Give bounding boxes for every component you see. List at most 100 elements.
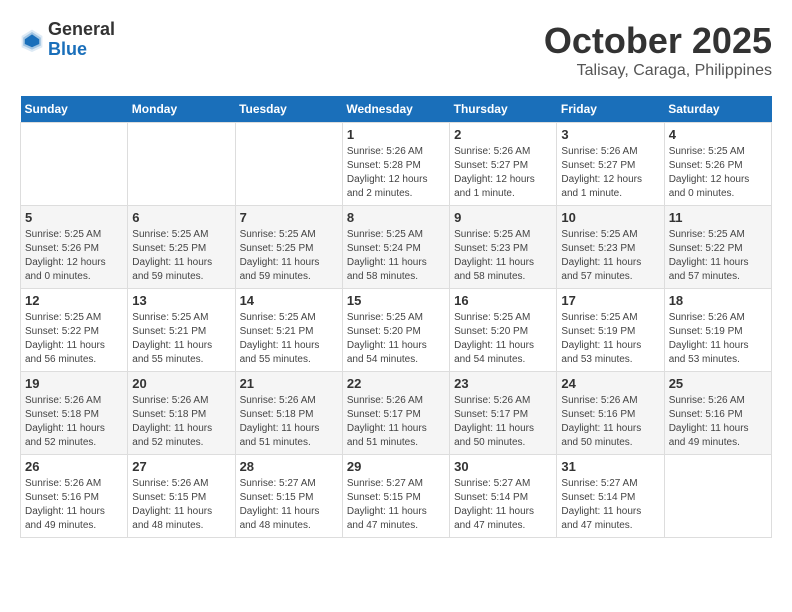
day-info: Sunrise: 5:26 AM Sunset: 5:16 PM Dayligh… — [561, 394, 659, 450]
day-number: 12 — [25, 293, 123, 308]
day-number: 27 — [132, 459, 230, 474]
day-number: 8 — [347, 210, 445, 225]
day-number: 30 — [454, 459, 552, 474]
day-number: 13 — [132, 293, 230, 308]
day-info: Sunrise: 5:25 AM Sunset: 5:20 PM Dayligh… — [454, 311, 552, 367]
day-info: Sunrise: 5:27 AM Sunset: 5:15 PM Dayligh… — [240, 477, 338, 533]
day-number: 14 — [240, 293, 338, 308]
day-number: 22 — [347, 376, 445, 391]
day-number: 29 — [347, 459, 445, 474]
day-info: Sunrise: 5:26 AM Sunset: 5:16 PM Dayligh… — [669, 394, 767, 450]
day-number: 2 — [454, 127, 552, 142]
day-number: 4 — [669, 127, 767, 142]
day-info: Sunrise: 5:26 AM Sunset: 5:17 PM Dayligh… — [454, 394, 552, 450]
day-number: 6 — [132, 210, 230, 225]
calendar-day-cell: 21 Sunrise: 5:26 AM Sunset: 5:18 PM Dayli… — [235, 372, 342, 455]
calendar-day-cell: 18 Sunrise: 5:26 AM Sunset: 5:19 PM Dayli… — [664, 289, 771, 372]
calendar-week-row: 1Sunrise: 5:26 AM Sunset: 5:28 PM Daylig… — [21, 123, 772, 206]
day-info: Sunrise: 5:25 AM Sunset: 5:21 PM Dayligh… — [240, 311, 338, 367]
weekday-header-row: SundayMondayTuesdayWednesdayThursdayFrid… — [21, 96, 772, 123]
day-info: Sunrise: 5:25 AM Sunset: 5:26 PM Dayligh… — [669, 145, 767, 201]
day-info: Sunrise: 5:26 AM Sunset: 5:15 PM Dayligh… — [132, 477, 230, 533]
calendar-table: SundayMondayTuesdayWednesdayThursdayFrid… — [20, 96, 772, 538]
day-info: Sunrise: 5:25 AM Sunset: 5:24 PM Dayligh… — [347, 228, 445, 284]
day-info: Sunrise: 5:25 AM Sunset: 5:20 PM Dayligh… — [347, 311, 445, 367]
day-number: 11 — [669, 210, 767, 225]
title-area: October 2025 Talisay, Caraga, Philippine… — [544, 20, 772, 80]
day-info: Sunrise: 5:26 AM Sunset: 5:18 PM Dayligh… — [132, 394, 230, 450]
weekday-header-wednesday: Wednesday — [342, 96, 449, 123]
calendar-week-row: 26Sunrise: 5:26 AM Sunset: 5:16 PM Dayli… — [21, 455, 772, 538]
calendar-day-cell: 26Sunrise: 5:26 AM Sunset: 5:16 PM Dayli… — [21, 455, 128, 538]
calendar-day-cell: 3Sunrise: 5:26 AM Sunset: 5:27 PM Daylig… — [557, 123, 664, 206]
weekday-header-tuesday: Tuesday — [235, 96, 342, 123]
calendar-day-cell: 11Sunrise: 5:25 AM Sunset: 5:22 PM Dayli… — [664, 206, 771, 289]
day-info: Sunrise: 5:26 AM Sunset: 5:17 PM Dayligh… — [347, 394, 445, 450]
day-number: 21 — [240, 376, 338, 391]
weekday-header-sunday: Sunday — [21, 96, 128, 123]
day-info: Sunrise: 5:27 AM Sunset: 5:14 PM Dayligh… — [454, 477, 552, 533]
day-number: 9 — [454, 210, 552, 225]
weekday-header-friday: Friday — [557, 96, 664, 123]
calendar-body: 1Sunrise: 5:26 AM Sunset: 5:28 PM Daylig… — [21, 123, 772, 538]
day-number: 20 — [132, 376, 230, 391]
calendar-week-row: 5 Sunrise: 5:25 AM Sunset: 5:26 PM Daylig… — [21, 206, 772, 289]
logo-text: General Blue — [48, 20, 115, 60]
empty-cell — [128, 123, 235, 206]
day-info: Sunrise: 5:26 AM Sunset: 5:19 PM Dayligh… — [669, 311, 767, 367]
day-info: Sunrise: 5:25 AM Sunset: 5:21 PM Dayligh… — [132, 311, 230, 367]
logo-icon — [20, 28, 44, 52]
calendar-day-cell: 4 Sunrise: 5:25 AM Sunset: 5:26 PM Daylig… — [664, 123, 771, 206]
day-number: 23 — [454, 376, 552, 391]
day-info: Sunrise: 5:25 AM Sunset: 5:22 PM Dayligh… — [25, 311, 123, 367]
day-info: Sunrise: 5:26 AM Sunset: 5:18 PM Dayligh… — [25, 394, 123, 450]
calendar-week-row: 12 Sunrise: 5:25 AM Sunset: 5:22 PM Dayli… — [21, 289, 772, 372]
day-info: Sunrise: 5:26 AM Sunset: 5:18 PM Dayligh… — [240, 394, 338, 450]
day-number: 18 — [669, 293, 767, 308]
day-number: 25 — [669, 376, 767, 391]
calendar-week-row: 19 Sunrise: 5:26 AM Sunset: 5:18 PM Dayli… — [21, 372, 772, 455]
calendar-header: SundayMondayTuesdayWednesdayThursdayFrid… — [21, 96, 772, 123]
calendar-day-cell: 30 Sunrise: 5:27 AM Sunset: 5:14 PM Dayli… — [450, 455, 557, 538]
calendar-day-cell: 14 Sunrise: 5:25 AM Sunset: 5:21 PM Dayli… — [235, 289, 342, 372]
day-number: 16 — [454, 293, 552, 308]
calendar-day-cell: 5 Sunrise: 5:25 AM Sunset: 5:26 PM Daylig… — [21, 206, 128, 289]
logo: General Blue — [20, 20, 115, 60]
calendar-day-cell: 6Sunrise: 5:25 AM Sunset: 5:25 PM Daylig… — [128, 206, 235, 289]
calendar-day-cell: 29 Sunrise: 5:27 AM Sunset: 5:15 PM Dayli… — [342, 455, 449, 538]
day-info: Sunrise: 5:27 AM Sunset: 5:14 PM Dayligh… — [561, 477, 659, 533]
calendar-day-cell: 19 Sunrise: 5:26 AM Sunset: 5:18 PM Dayli… — [21, 372, 128, 455]
calendar-day-cell: 12 Sunrise: 5:25 AM Sunset: 5:22 PM Dayli… — [21, 289, 128, 372]
calendar-day-cell: 28 Sunrise: 5:27 AM Sunset: 5:15 PM Dayli… — [235, 455, 342, 538]
day-info: Sunrise: 5:25 AM Sunset: 5:23 PM Dayligh… — [561, 228, 659, 284]
day-number: 3 — [561, 127, 659, 142]
day-info: Sunrise: 5:26 AM Sunset: 5:28 PM Dayligh… — [347, 145, 445, 201]
calendar-day-cell: 27 Sunrise: 5:26 AM Sunset: 5:15 PM Dayli… — [128, 455, 235, 538]
calendar-day-cell: 31 Sunrise: 5:27 AM Sunset: 5:14 PM Dayli… — [557, 455, 664, 538]
calendar-day-cell: 2 Sunrise: 5:26 AM Sunset: 5:27 PM Daylig… — [450, 123, 557, 206]
day-number: 7 — [240, 210, 338, 225]
day-number: 5 — [25, 210, 123, 225]
calendar-day-cell: 10 Sunrise: 5:25 AM Sunset: 5:23 PM Dayli… — [557, 206, 664, 289]
day-info: Sunrise: 5:25 AM Sunset: 5:19 PM Dayligh… — [561, 311, 659, 367]
day-number: 19 — [25, 376, 123, 391]
day-number: 10 — [561, 210, 659, 225]
day-info: Sunrise: 5:27 AM Sunset: 5:15 PM Dayligh… — [347, 477, 445, 533]
weekday-header-thursday: Thursday — [450, 96, 557, 123]
weekday-header-monday: Monday — [128, 96, 235, 123]
calendar-day-cell: 24Sunrise: 5:26 AM Sunset: 5:16 PM Dayli… — [557, 372, 664, 455]
calendar-day-cell: 20 Sunrise: 5:26 AM Sunset: 5:18 PM Dayli… — [128, 372, 235, 455]
day-info: Sunrise: 5:26 AM Sunset: 5:16 PM Dayligh… — [25, 477, 123, 533]
calendar-day-cell: 13 Sunrise: 5:25 AM Sunset: 5:21 PM Dayli… — [128, 289, 235, 372]
empty-cell — [235, 123, 342, 206]
day-number: 15 — [347, 293, 445, 308]
day-number: 31 — [561, 459, 659, 474]
empty-cell — [664, 455, 771, 538]
day-info: Sunrise: 5:25 AM Sunset: 5:26 PM Dayligh… — [25, 228, 123, 284]
day-number: 28 — [240, 459, 338, 474]
empty-cell — [21, 123, 128, 206]
day-info: Sunrise: 5:25 AM Sunset: 5:25 PM Dayligh… — [240, 228, 338, 284]
day-number: 17 — [561, 293, 659, 308]
day-info: Sunrise: 5:26 AM Sunset: 5:27 PM Dayligh… — [454, 145, 552, 201]
calendar-day-cell: 9Sunrise: 5:25 AM Sunset: 5:23 PM Daylig… — [450, 206, 557, 289]
